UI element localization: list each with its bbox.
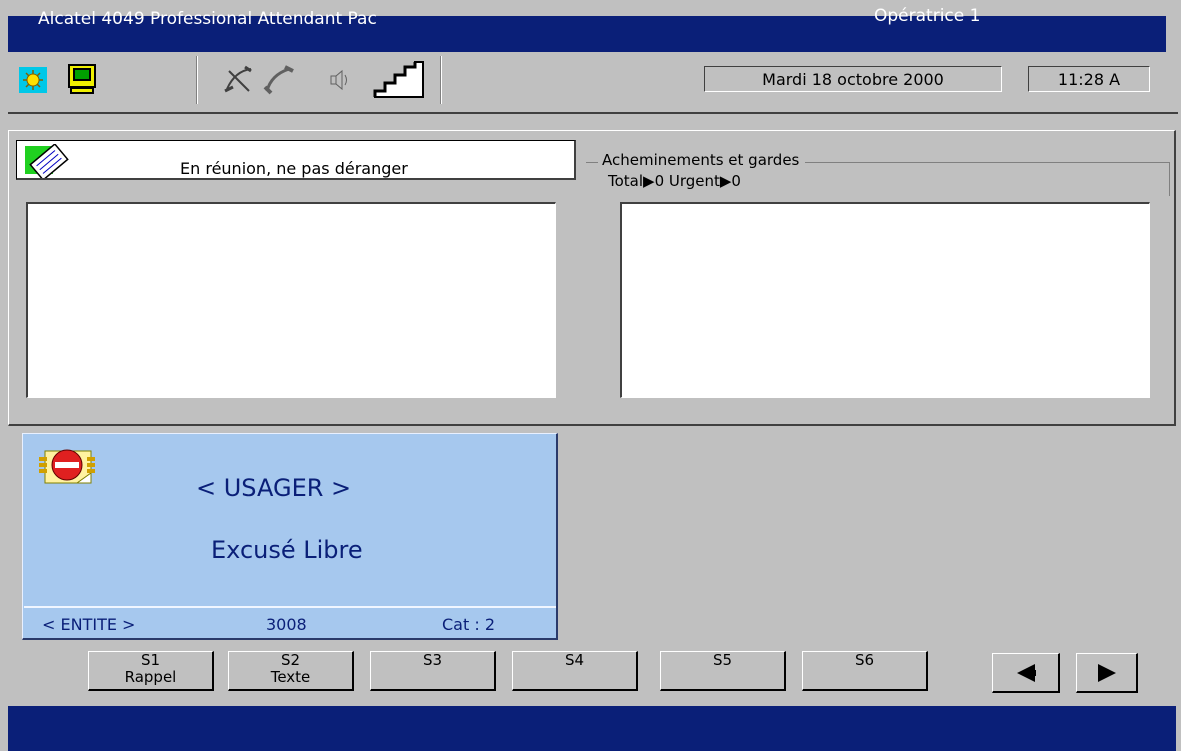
toolbar-separator <box>440 56 442 104</box>
arrow-right-icon <box>1097 663 1116 682</box>
toolbar-separator <box>196 56 198 104</box>
volume-ramp-icon[interactable] <box>372 60 426 100</box>
softkey-s5[interactable]: S5 <box>660 651 786 691</box>
presence-message: En réunion, ne pas déranger <box>180 159 408 178</box>
softkey-s3[interactable]: S3 <box>370 651 496 691</box>
routing-title: Acheminements et gardes <box>598 151 806 169</box>
softkey-s2-label: S2 <box>280 651 301 669</box>
softkey-s1-label: S1 <box>140 651 161 669</box>
softkey-s6[interactable]: S6 <box>802 651 928 691</box>
speaker-icon[interactable] <box>328 66 352 94</box>
softkey-s1[interactable]: S1 Rappel <box>88 651 214 691</box>
entity-label: < ENTITE > <box>42 615 136 634</box>
softkey-s3-label: S3 <box>422 651 443 669</box>
monitor-icon[interactable] <box>66 64 98 94</box>
card-divider <box>24 606 556 608</box>
prev-page-button[interactable] <box>992 653 1060 693</box>
softkey-s6-label: S6 <box>854 651 875 669</box>
sun-icon[interactable] <box>18 66 48 94</box>
call-list-left[interactable] <box>26 202 556 398</box>
category-label: Cat : 2 <box>442 615 495 634</box>
next-page-button[interactable] <box>1076 653 1138 693</box>
routing-list[interactable] <box>620 202 1150 398</box>
user-status: Excusé Libre <box>211 536 363 564</box>
softkey-s2[interactable]: S2 Texte <box>228 651 354 691</box>
user-name: < USAGER > <box>196 474 352 502</box>
toolbar-divider <box>8 112 1178 114</box>
operator-label: Opératrice 1 <box>874 6 981 26</box>
softkey-s2-sublabel: Texte <box>270 668 311 686</box>
routing-counts: Total▶0 Urgent▶0 <box>608 172 741 190</box>
date-display: Mardi 18 octobre 2000 <box>704 66 1002 92</box>
time-display: 11:28 A <box>1028 66 1150 92</box>
memo-icon <box>22 143 72 179</box>
softkey-s5-label: S5 <box>712 651 733 669</box>
softkey-s4[interactable]: S4 <box>512 651 638 691</box>
softkey-s1-sublabel: Rappel <box>124 668 177 686</box>
hang-up-icon[interactable] <box>222 64 256 96</box>
do-not-disturb-icon <box>36 440 102 490</box>
handset-icon[interactable] <box>262 64 296 96</box>
app-title: Alcatel 4049 Professional Attendant Pac <box>38 9 377 29</box>
arrow-left-icon <box>1016 663 1036 682</box>
extension-number: 3008 <box>266 615 307 634</box>
softkey-s4-label: S4 <box>564 651 585 669</box>
status-bar <box>8 706 1176 751</box>
